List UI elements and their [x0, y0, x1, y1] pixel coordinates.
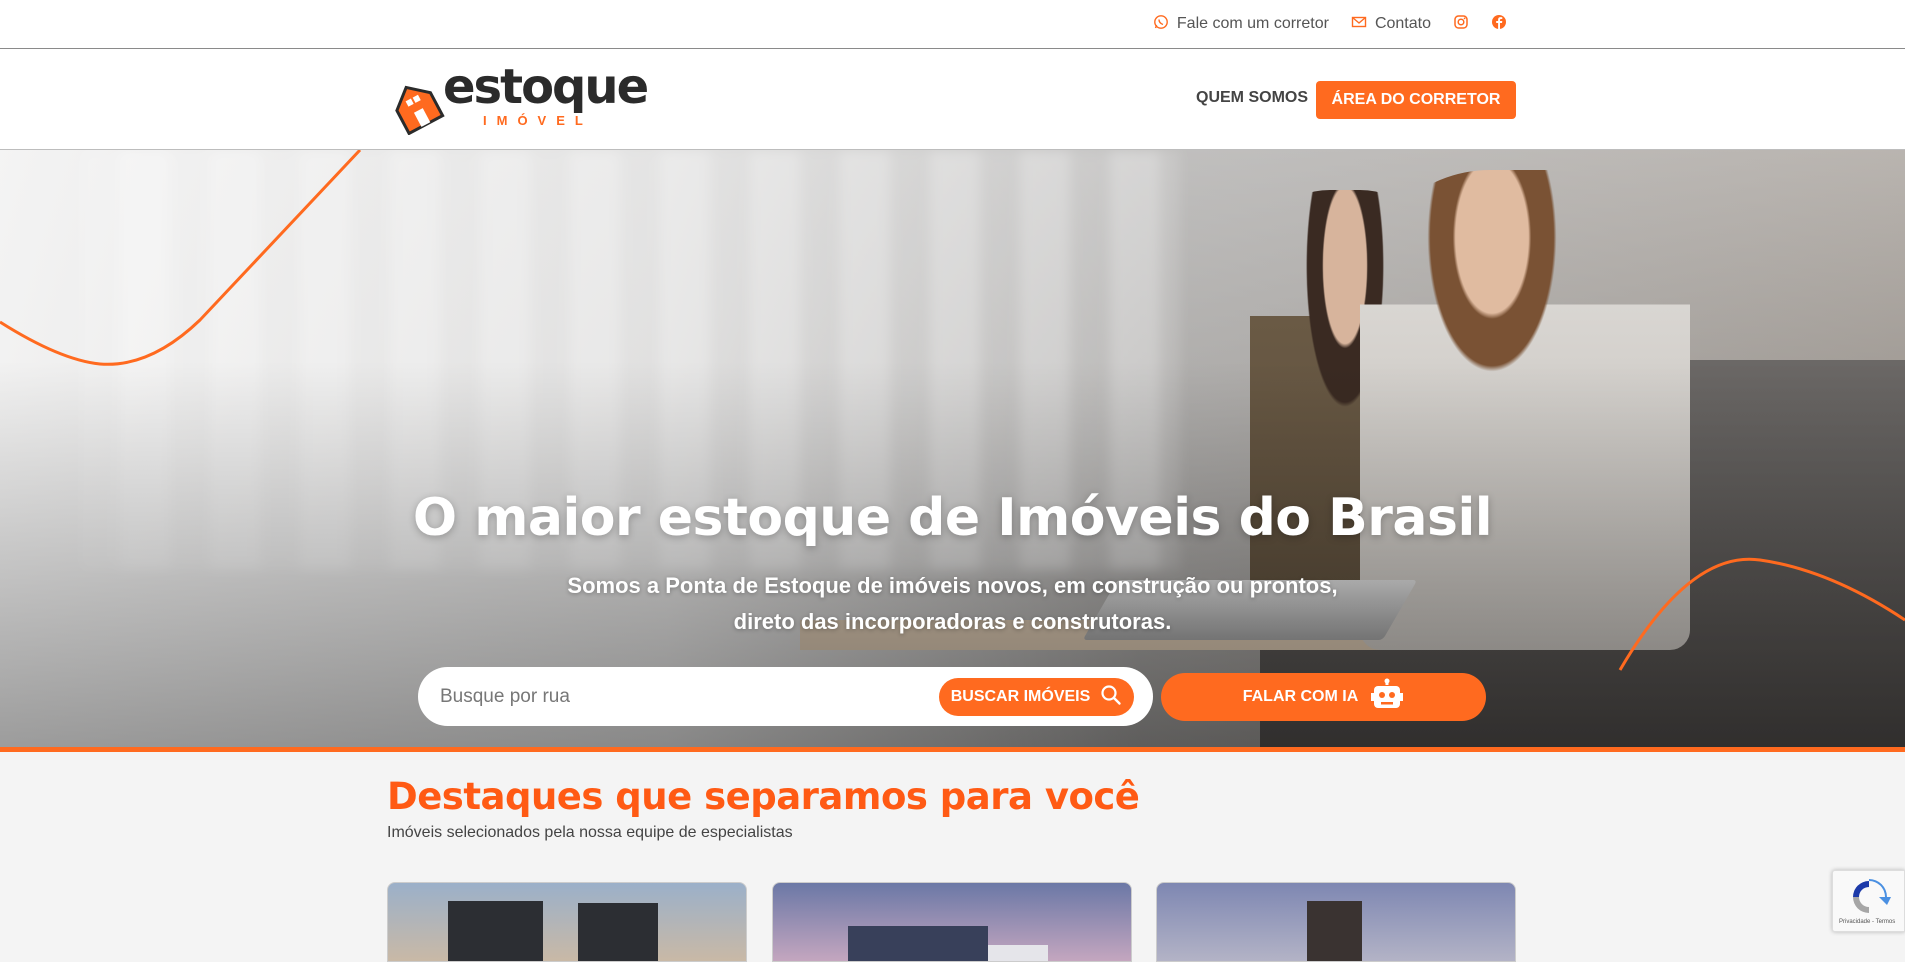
robot-icon	[1370, 678, 1404, 717]
building-image	[448, 901, 543, 961]
recaptcha-badge[interactable]: Privacidade - Termos	[1832, 870, 1905, 932]
ai-button-label: FALAR COM IA	[1242, 688, 1359, 705]
building-image	[848, 926, 988, 961]
talk-to-ai-button[interactable]: FALAR COM IA	[1161, 673, 1486, 721]
instagram-icon	[1453, 14, 1469, 35]
facebook-icon	[1491, 14, 1507, 35]
hero-subtitle-line-2: direto das incorporadoras e construtoras…	[733, 609, 1172, 634]
search-properties-button[interactable]: BUSCAR IMÓVEIS	[939, 678, 1134, 716]
recaptcha-icon	[1853, 879, 1891, 913]
search-input[interactable]	[438, 679, 938, 715]
facebook-link[interactable]	[1491, 14, 1507, 35]
mail-icon	[1351, 14, 1367, 35]
nav-about-link[interactable]: QUEM SOMOS	[1196, 89, 1308, 107]
site-logo[interactable]: estoque IMÓVEL	[387, 63, 649, 137]
hero-subtitle-line-1: Somos a Ponta de Estoque de imóveis novo…	[567, 573, 1338, 598]
hero-bottom-accent	[0, 747, 1905, 752]
hero-banner: O maior estoque de Imóveis do Brasil Som…	[0, 150, 1905, 752]
contact-link[interactable]: Contato	[1351, 14, 1431, 35]
main-header: estoque IMÓVEL QUEM SOMOS ÁREA DO CORRET…	[0, 49, 1905, 150]
top-links: Fale com um corretor Contato	[1153, 0, 1507, 48]
broker-area-button[interactable]: ÁREA DO CORRETOR	[1316, 81, 1516, 119]
search-button-label: BUSCAR IMÓVEIS	[950, 688, 1091, 705]
top-bar: Fale com um corretor Contato	[0, 0, 1905, 49]
search-bar: BUSCAR IMÓVEIS	[418, 667, 1153, 726]
logo-subtitle: IMÓVEL	[483, 113, 593, 128]
building-image	[1307, 901, 1362, 961]
building-image	[578, 903, 658, 961]
recaptcha-text: Privacidade - Termos	[1839, 919, 1896, 925]
whatsapp-label: Fale com um corretor	[1176, 15, 1329, 32]
highlights-subtitle: Imóveis selecionados pela nossa equipe d…	[387, 824, 793, 841]
hero-subtitle: Somos a Ponta de Estoque de imóveis novo…	[0, 568, 1905, 640]
decorative-curve-left	[0, 150, 1905, 671]
building-image	[988, 945, 1048, 961]
contact-label: Contato	[1374, 15, 1431, 32]
hero-title: O maior estoque de Imóveis do Brasil	[412, 488, 1493, 548]
property-card-2[interactable]	[772, 882, 1132, 962]
highlights-title: Destaques que separamos para você	[387, 775, 1140, 818]
instagram-link[interactable]	[1453, 14, 1469, 35]
logo-wordmark: estoque	[443, 59, 649, 115]
property-card-3[interactable]	[1156, 882, 1516, 962]
search-icon	[1100, 684, 1122, 711]
whatsapp-icon	[1153, 14, 1169, 35]
property-card-1[interactable]	[387, 882, 747, 962]
house-tag-icon	[395, 85, 445, 135]
whatsapp-link[interactable]: Fale com um corretor	[1153, 14, 1329, 35]
